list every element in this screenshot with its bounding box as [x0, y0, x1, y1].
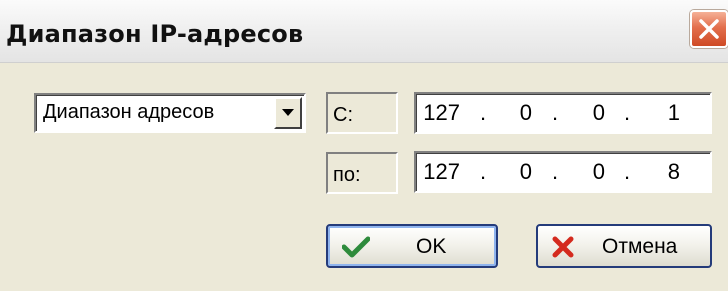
- octet-separator: .: [552, 159, 559, 184]
- to-octet-4[interactable]: 8: [640, 159, 680, 185]
- from-octet-1[interactable]: 127: [420, 100, 460, 126]
- from-octet-2[interactable]: 0: [492, 100, 532, 126]
- range-type-value: Диапазон адресов: [43, 101, 215, 123]
- cancel-button[interactable]: Отмена: [536, 224, 712, 268]
- cross-icon: [552, 236, 574, 258]
- octet-separator: .: [552, 100, 559, 125]
- octet-separator: .: [480, 100, 487, 125]
- from-label-box: С:: [326, 92, 398, 134]
- octet-separator: .: [624, 159, 631, 184]
- to-octet-1[interactable]: 127: [420, 159, 460, 185]
- title-bar[interactable]: Диапазон IP-адресов: [0, 0, 728, 63]
- range-type-select[interactable]: Диапазон адресов: [34, 93, 306, 133]
- ok-button[interactable]: OK: [326, 224, 498, 268]
- dropdown-button[interactable]: [274, 97, 302, 129]
- from-octet-3[interactable]: 0: [565, 100, 605, 126]
- to-ip-input[interactable]: 127 . 0 . 0 . 8: [414, 151, 712, 193]
- to-octet-2[interactable]: 0: [492, 159, 532, 185]
- to-label-box: по:: [326, 152, 398, 194]
- from-octet-4[interactable]: 1: [640, 100, 680, 126]
- ok-label: OK: [416, 235, 447, 258]
- chevron-down-icon: [282, 109, 294, 116]
- octet-separator: .: [480, 159, 487, 184]
- close-button[interactable]: [690, 10, 728, 48]
- cancel-label: Отмена: [602, 235, 678, 258]
- dialog-title: Диапазон IP-адресов: [6, 20, 304, 48]
- to-label: по:: [333, 164, 361, 186]
- checkmark-icon: [342, 236, 370, 258]
- to-octet-3[interactable]: 0: [565, 159, 605, 185]
- from-label: С:: [333, 104, 353, 126]
- close-icon: [699, 19, 719, 39]
- ip-range-dialog: Диапазон IP-адресов Диапазон адресов С: …: [0, 0, 728, 291]
- octet-separator: .: [624, 100, 631, 125]
- from-ip-input[interactable]: 127 . 0 . 0 . 1: [414, 92, 712, 134]
